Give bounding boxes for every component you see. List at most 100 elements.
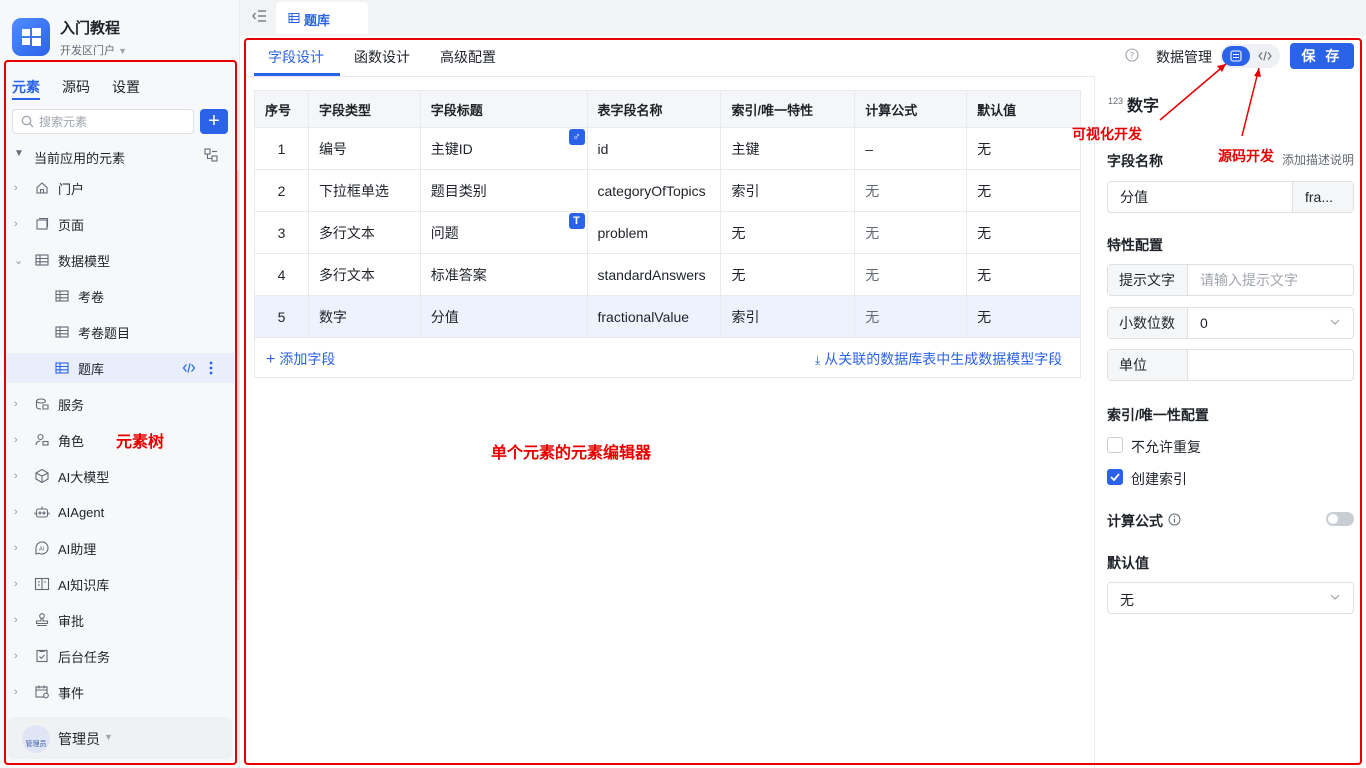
column-header: 序号 xyxy=(254,90,309,128)
tab-source[interactable]: 源码 xyxy=(62,77,90,97)
table-icon xyxy=(34,252,50,268)
add-element-button[interactable]: + xyxy=(200,109,228,134)
table-icon xyxy=(54,360,70,376)
tab-advanced-config[interactable]: 高级配置 xyxy=(440,47,496,67)
table-cell: 索引 xyxy=(720,169,856,212)
table-cell: 5 xyxy=(254,295,309,338)
table-icon xyxy=(288,12,300,24)
hint-text-group: 提示文字 xyxy=(1107,264,1354,296)
chevron-right-icon: › xyxy=(14,614,18,626)
more-icon[interactable] xyxy=(208,360,214,376)
unit-input[interactable] xyxy=(1200,351,1350,379)
tree-item-background-tasks[interactable]: › 后台任务 xyxy=(14,641,224,671)
tree-item-exam-paper[interactable]: 考卷 xyxy=(54,281,224,311)
table-cell: 问题 T xyxy=(419,211,588,254)
tree-item-ai-models[interactable]: › AI大模型 xyxy=(14,461,224,491)
table-row[interactable]: 1 编号 主键ID ♂ id 主键 – 无 xyxy=(254,127,1081,170)
portal-selector[interactable]: 开发区门户 ▼ xyxy=(60,42,127,58)
hint-text-input[interactable] xyxy=(1200,266,1350,294)
table-row[interactable]: 4 多行文本 标准答案 standardAnswers 无 无 无 xyxy=(254,253,1081,296)
create-index-checkbox[interactable] xyxy=(1107,469,1123,485)
table-cell: 无 xyxy=(854,211,968,254)
column-header: 默认值 xyxy=(966,90,1081,128)
tree-item-exam-questions[interactable]: 考卷题目 xyxy=(54,317,224,347)
table-cell: 标准答案 xyxy=(419,253,588,296)
tab-question-bank[interactable]: 题库 xyxy=(276,2,368,34)
chevron-right-icon: › xyxy=(14,434,18,446)
field-name-input[interactable] xyxy=(1120,183,1290,211)
chevron-down-icon xyxy=(1329,591,1341,603)
tree-item-label: 数据模型 xyxy=(58,253,111,269)
user-menu[interactable]: 管理员 管理员 ▼ xyxy=(8,717,232,759)
tree-item-ai-knowledge[interactable]: › AI知识库 xyxy=(14,569,224,599)
tree-item-label: 角色 xyxy=(58,433,85,449)
chevron-right-icon: › xyxy=(14,398,18,410)
decimal-places-select[interactable]: 0 xyxy=(1200,315,1208,331)
tree-root-header[interactable]: ▼ 当前应用的元素 xyxy=(14,146,224,166)
table-cell: 分值 xyxy=(419,295,588,338)
tree-item-question-bank[interactable]: 题库 xyxy=(6,353,234,383)
table-header-row: 序号 字段类型 字段标题 表字段名称 索引/唯一特性 计算公式 默认值 xyxy=(254,90,1081,128)
table-cell: 无 xyxy=(966,169,1081,212)
default-value-select[interactable]: 无 xyxy=(1107,582,1354,614)
create-index-label: 创建索引 xyxy=(1131,471,1187,487)
plus-icon: + xyxy=(266,351,276,368)
download-icon: ⤓ xyxy=(815,353,821,367)
tab-elements[interactable]: 元素 xyxy=(12,77,40,97)
no-duplicates-label: 不允许重复 xyxy=(1131,439,1201,455)
tree-item-portal[interactable]: › 门户 xyxy=(14,173,224,203)
annotation-arrows xyxy=(1159,63,1261,137)
table-cell: 多行文本 xyxy=(307,211,421,254)
tree-item-approval[interactable]: › 审批 xyxy=(14,605,224,635)
table-cell: 无 xyxy=(854,253,968,296)
table-cell: 题目类别 xyxy=(419,169,588,212)
robot-icon xyxy=(34,504,50,520)
add-description-link[interactable]: 添加描述说明 xyxy=(1282,151,1354,168)
collapse-sidebar-icon[interactable] xyxy=(252,10,266,22)
assistant-icon: AI xyxy=(34,540,50,556)
service-icon xyxy=(34,396,50,412)
table-cell: 主键 xyxy=(720,127,856,170)
table-cell: 无 xyxy=(966,127,1081,170)
tree-item-label: 考卷 xyxy=(78,289,105,305)
default-value-text: 无 xyxy=(1120,592,1134,608)
task-icon xyxy=(34,648,50,664)
chevron-right-icon: › xyxy=(14,470,18,482)
table-row-selected[interactable]: 5 数字 分值 fractionalValue 索引 无 无 xyxy=(254,295,1081,338)
tree-item-pages[interactable]: › 页面 xyxy=(14,209,224,239)
formula-heading: 计算公式 xyxy=(1107,513,1163,529)
field-name-group: fra... xyxy=(1107,181,1354,213)
tree-structure-icon[interactable] xyxy=(204,148,218,162)
generate-fields-button[interactable]: ⤓ 从关联的数据库表中生成数据模型字段 xyxy=(815,349,1062,369)
chevron-right-icon: › xyxy=(14,578,18,590)
tree-item-data-models[interactable]: ⌄ 数据模型 xyxy=(14,245,224,275)
tree-item-services[interactable]: › 服务 xyxy=(14,389,224,419)
event-icon xyxy=(34,684,50,700)
field-code-value[interactable]: fra... xyxy=(1292,182,1353,212)
table-cell: – xyxy=(854,127,968,170)
tab-function-design[interactable]: 函数设计 xyxy=(354,47,410,67)
save-button[interactable]: 保 存 xyxy=(1290,43,1354,69)
tabs-divider xyxy=(244,76,1094,77)
table-cell: 1 xyxy=(254,127,309,170)
info-icon[interactable] xyxy=(1168,513,1181,526)
table-row[interactable]: 2 下拉框单选 题目类别 categoryOfTopics 索引 无 无 xyxy=(254,169,1081,212)
unit-label: 单位 xyxy=(1108,350,1188,380)
tab-settings[interactable]: 设置 xyxy=(112,77,140,97)
sidebar-scrollbar[interactable] xyxy=(236,170,239,580)
code-icon[interactable] xyxy=(182,361,196,375)
tab-field-design[interactable]: 字段设计 xyxy=(268,47,324,67)
table-cell: 索引 xyxy=(720,295,856,338)
add-field-button[interactable]: + 添加字段 xyxy=(266,349,335,369)
caret-down-icon: ▼ xyxy=(104,732,113,742)
tree-item-ai-assistant[interactable]: › AI AI助理 xyxy=(14,533,224,563)
table-cell: 无 xyxy=(720,211,856,254)
element-search-box[interactable] xyxy=(12,109,194,134)
no-duplicates-checkbox[interactable] xyxy=(1107,437,1123,453)
tree-item-ai-agent[interactable]: › AIAgent xyxy=(14,497,224,527)
table-cell: 无 xyxy=(854,295,968,338)
search-input[interactable] xyxy=(39,112,189,131)
tree-item-events[interactable]: › 事件 xyxy=(14,677,224,707)
tree-root-label: 当前应用的元素 xyxy=(34,151,126,166)
table-row[interactable]: 3 多行文本 问题 T problem 无 无 无 xyxy=(254,211,1081,254)
